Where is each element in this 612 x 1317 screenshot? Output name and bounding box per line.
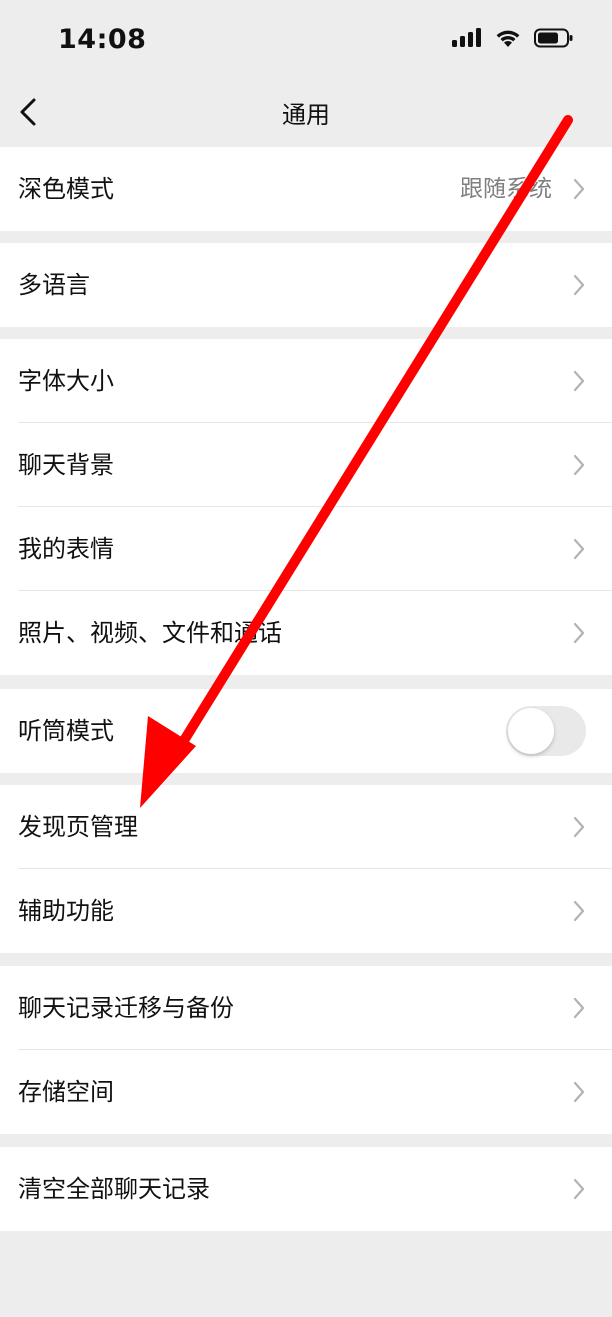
row-font-size[interactable]: 字体大小 <box>0 339 612 423</box>
settings-group-display: 深色模式 跟随系统 <box>0 147 612 231</box>
row-label: 字体大小 <box>18 367 114 395</box>
wifi-icon <box>496 30 520 47</box>
row-label: 我的表情 <box>18 535 114 563</box>
row-label: 照片、视频、文件和通话 <box>18 619 282 647</box>
row-label: 辅助功能 <box>18 897 114 925</box>
battery-icon <box>534 28 573 48</box>
page-title: 通用 <box>282 101 330 129</box>
signal-icon <box>452 28 481 47</box>
chevron-right-icon <box>573 1081 585 1103</box>
row-discover-management[interactable]: 发现页管理 <box>0 785 612 869</box>
row-label: 聊天背景 <box>18 451 114 479</box>
chevron-right-icon <box>573 178 585 200</box>
row-label: 深色模式 <box>18 175 114 203</box>
chevron-right-icon <box>573 370 585 392</box>
row-accessibility[interactable]: 辅助功能 <box>0 869 612 953</box>
settings-group-language: 多语言 <box>0 243 612 327</box>
settings-group-chat: 字体大小 聊天背景 我的表情 照片、视频、文件和通话 <box>0 339 612 675</box>
settings-group-earpiece: 听筒模式 <box>0 689 612 773</box>
earpiece-mode-toggle[interactable] <box>506 706 586 756</box>
chevron-right-icon <box>573 538 585 560</box>
row-storage[interactable]: 存储空间 <box>0 1050 612 1134</box>
row-label: 清空全部聊天记录 <box>18 1175 210 1203</box>
row-language[interactable]: 多语言 <box>0 243 612 327</box>
row-value: 跟随系统 <box>460 176 552 202</box>
row-clear-chat-history[interactable]: 清空全部聊天记录 <box>0 1147 612 1231</box>
row-earpiece-mode: 听筒模式 <box>0 689 612 773</box>
chevron-right-icon <box>573 274 585 296</box>
settings-group-storage: 聊天记录迁移与备份 存储空间 <box>0 966 612 1134</box>
row-label: 存储空间 <box>18 1078 114 1106</box>
chevron-right-icon <box>573 1178 585 1200</box>
row-media-files-calls[interactable]: 照片、视频、文件和通话 <box>0 591 612 675</box>
row-chat-background[interactable]: 聊天背景 <box>0 423 612 507</box>
row-label: 聊天记录迁移与备份 <box>18 994 234 1022</box>
row-chat-backup[interactable]: 聊天记录迁移与备份 <box>0 966 612 1050</box>
toggle-knob <box>508 708 554 754</box>
chevron-right-icon <box>573 900 585 922</box>
row-my-stickers[interactable]: 我的表情 <box>0 507 612 591</box>
settings-group-clear: 清空全部聊天记录 <box>0 1147 612 1231</box>
row-dark-mode[interactable]: 深色模式 跟随系统 <box>0 147 612 231</box>
row-label: 听筒模式 <box>18 717 114 745</box>
row-label: 发现页管理 <box>18 813 138 841</box>
status-icons <box>452 28 574 48</box>
status-time: 14:08 <box>58 24 147 55</box>
status-bar: 14:08 <box>0 0 612 80</box>
chevron-right-icon <box>573 622 585 644</box>
settings-group-discover: 发现页管理 辅助功能 <box>0 785 612 953</box>
chevron-right-icon <box>573 816 585 838</box>
chevron-right-icon <box>573 454 585 476</box>
navigation-bar: 通用 <box>0 80 612 146</box>
row-label: 多语言 <box>18 271 90 299</box>
chevron-right-icon <box>573 997 585 1019</box>
